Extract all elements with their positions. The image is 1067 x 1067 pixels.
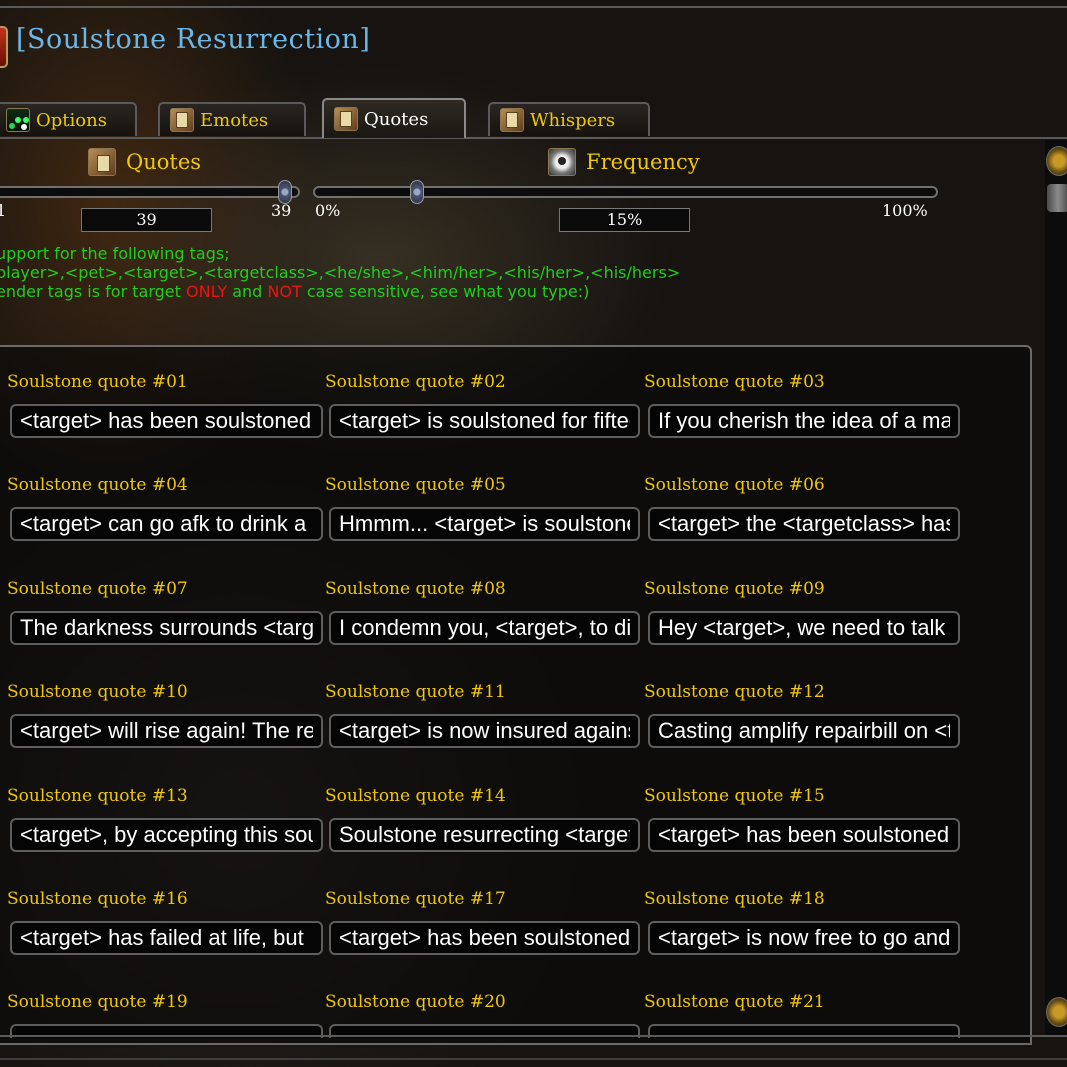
quote-input[interactable] [648,817,960,852]
quote-input[interactable] [10,610,323,645]
quotes-slider-header: Quotes [88,148,201,176]
frequency-slider-header: Frequency [548,148,700,176]
quotes-slider-value[interactable]: 39 [81,208,212,232]
green-spell-icon [6,108,30,132]
quote-label: Soulstone quote #18 [644,889,825,909]
scroll-down-button[interactable] [1046,997,1067,1027]
quotes-slider-track[interactable] [0,186,300,198]
quote-label: Soulstone quote #04 [7,475,188,496]
quote-input[interactable] [329,404,640,438]
quote-label: Soulstone quote #03 [644,372,825,392]
quote-label: Soulstone quote #05 [325,475,506,496]
quote-input[interactable] [329,507,640,542]
quote-label: Soulstone quote #10 [7,682,188,703]
quote-input[interactable] [648,507,960,542]
tab-bar-divider [0,137,1067,139]
quote-label: Soulstone quote #17 [325,889,506,909]
scroll-icon [334,107,358,131]
quote-label: Soulstone quote #11 [325,682,506,703]
quote-label: Soulstone quote #08 [325,578,506,599]
quote-input[interactable] [10,921,323,955]
quote-input[interactable] [329,817,640,852]
frequency-slider-value[interactable]: 15% [559,208,690,232]
quote-label: Soulstone quote #09 [644,578,825,599]
quote-input[interactable] [10,817,323,852]
scrollbar-thumb[interactable] [1047,184,1067,212]
frequency-slider-min: 0% [315,201,341,220]
tab-label: Options [36,109,107,131]
quote-input[interactable] [648,404,960,438]
window-bottom-border [0,1035,1067,1037]
tab-label: Whispers [530,109,616,131]
scrollbar-track[interactable] [1045,140,1067,1035]
frequency-slider-title: Frequency [586,150,700,174]
tag-help-line-1: upport for the following tags; [0,244,230,263]
quote-input[interactable] [10,507,323,542]
window-bottom-edge [0,1058,1067,1060]
quote-label: Soulstone quote #06 [644,475,825,496]
quote-input[interactable] [10,714,323,749]
frequency-slider-max: 100% [882,201,928,220]
quote-input[interactable] [648,921,960,955]
frequency-slider-thumb[interactable] [410,180,425,204]
quote-input[interactable] [648,610,960,645]
quote-input[interactable] [10,404,323,438]
quote-label: Soulstone quote #14 [325,785,506,806]
tab-label: Emotes [200,109,269,131]
quote-label: Soulstone quote #12 [644,682,825,703]
scroll-icon [500,108,524,132]
tag-help-line-2: player>,<pet>,<target>,<targetclass>,<he… [0,263,681,282]
quotes-slider-max: 39 [271,201,292,220]
quote-label: Soulstone quote #19 [7,992,188,1013]
quote-label: Soulstone quote #21 [644,992,825,1013]
soulstone-icon [0,26,8,68]
tab-bar: Options Emotes Quotes Whispers [0,98,1067,138]
quote-input[interactable] [329,714,640,749]
tag-help-text: upport for the following tags; player>,<… [0,244,680,301]
tab-label: Quotes [364,108,429,130]
window-title: [Soulstone Resurrection] [16,24,371,55]
quote-label: Soulstone quote #13 [7,785,188,806]
tab-quotes[interactable]: Quotes [322,98,466,138]
quotes-slider-min: 1 [0,201,7,220]
quote-label: Soulstone quote #16 [7,889,188,909]
window-top-border [0,6,1067,8]
scroll-icon [170,108,194,132]
quotes-slider-title: Quotes [126,150,202,174]
quote-input[interactable] [648,714,960,749]
scroll-up-button[interactable] [1046,146,1067,176]
tab-whispers[interactable]: Whispers [488,102,650,136]
quote-input[interactable] [329,921,640,955]
tab-emotes[interactable]: Emotes [158,102,306,136]
quote-label: Soulstone quote #02 [325,372,506,392]
quote-input[interactable] [329,610,640,645]
quote-label: Soulstone quote #01 [7,372,188,392]
gear-icon [548,148,576,176]
tag-help-line-3: ender tags is for target ONLY and NOT ca… [0,282,590,301]
tab-options[interactable]: Options [0,102,137,136]
quote-label: Soulstone quote #15 [644,785,825,806]
emphasis-not: NOT [267,282,302,301]
quote-label: Soulstone quote #07 [7,578,188,599]
scroll-icon [88,148,116,176]
frequency-slider-track[interactable] [313,186,938,198]
emphasis-only: ONLY [186,282,228,301]
quote-label: Soulstone quote #20 [325,992,506,1013]
